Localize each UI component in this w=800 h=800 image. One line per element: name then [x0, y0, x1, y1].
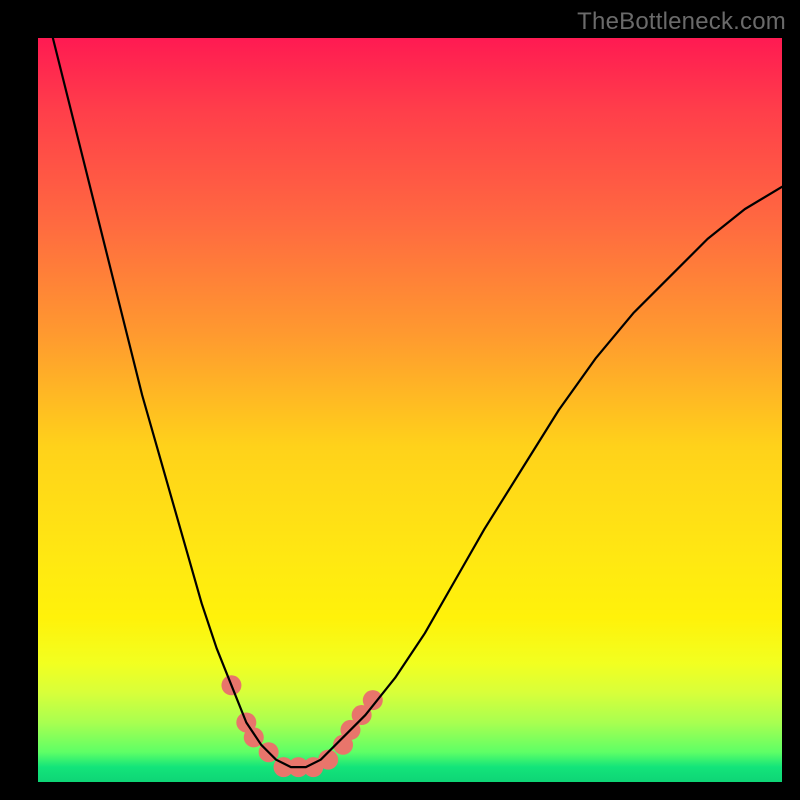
plot-area [38, 38, 782, 782]
chart-frame: TheBottleneck.com [0, 0, 800, 800]
chart-svg [38, 38, 782, 782]
watermark-text: TheBottleneck.com [577, 8, 786, 36]
bottleneck-highlight-dots [221, 675, 382, 777]
bottleneck-curve [38, 0, 782, 767]
